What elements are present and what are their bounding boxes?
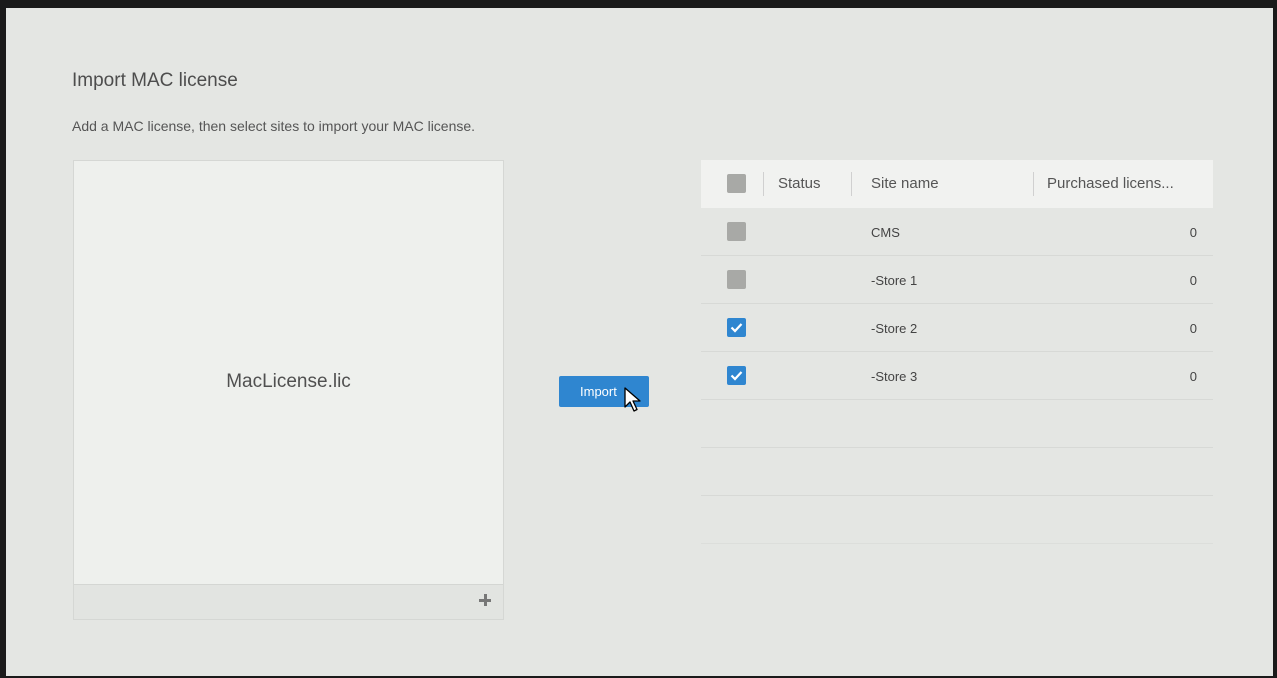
column-header-site-name[interactable]: Site name: [871, 175, 939, 192]
checkmark-icon: [730, 323, 743, 333]
site-name-cell: -Store 2: [871, 321, 918, 336]
license-file-name: MacLicense.lic: [226, 371, 351, 392]
row-checkbox-checked[interactable]: [727, 318, 746, 337]
row-checkbox-checked[interactable]: [727, 366, 746, 385]
row-checkbox[interactable]: [727, 222, 746, 241]
column-divider: [1033, 172, 1034, 196]
table-row[interactable]: -Store 2 0: [701, 304, 1213, 352]
dialog-title: Import MAC license: [72, 70, 238, 91]
purchased-licenses-cell: 0: [1189, 369, 1197, 384]
dialog-subtitle: Add a MAC license, then select sites to …: [72, 118, 476, 134]
license-file-panel[interactable]: MacLicense.lic: [73, 160, 504, 620]
checkmark-icon: [730, 371, 743, 381]
purchased-licenses-cell: 0: [1189, 321, 1197, 336]
column-header-purchased-licenses[interactable]: Purchased licens...: [1047, 175, 1174, 192]
purchased-licenses-cell: 0: [1189, 225, 1197, 240]
mouse-pointer-icon: [624, 387, 641, 412]
table-header: Status Site name Purchased licens...: [701, 160, 1213, 208]
empty-table-row: [701, 448, 1213, 496]
select-all-checkbox[interactable]: [727, 174, 746, 193]
file-panel-footer: [74, 584, 503, 619]
site-name-cell: CMS: [871, 225, 900, 240]
column-header-status[interactable]: Status: [778, 175, 821, 192]
table-row[interactable]: CMS 0: [701, 208, 1213, 256]
site-name-cell: -Store 3: [871, 369, 918, 384]
table-row[interactable]: -Store 3 0: [701, 352, 1213, 400]
row-checkbox[interactable]: [727, 270, 746, 289]
empty-table-row: [701, 400, 1213, 448]
site-name-cell: -Store 1: [871, 273, 918, 288]
sites-table: Status Site name Purchased licens... CMS…: [701, 160, 1213, 560]
purchased-licenses-cell: 0: [1189, 273, 1197, 288]
import-mac-license-dialog: Import MAC license Add a MAC license, th…: [6, 8, 1273, 676]
empty-table-row: [701, 496, 1213, 544]
column-divider: [763, 172, 764, 196]
plus-icon[interactable]: [477, 592, 493, 608]
table-row[interactable]: -Store 1 0: [701, 256, 1213, 304]
column-divider: [851, 172, 852, 196]
